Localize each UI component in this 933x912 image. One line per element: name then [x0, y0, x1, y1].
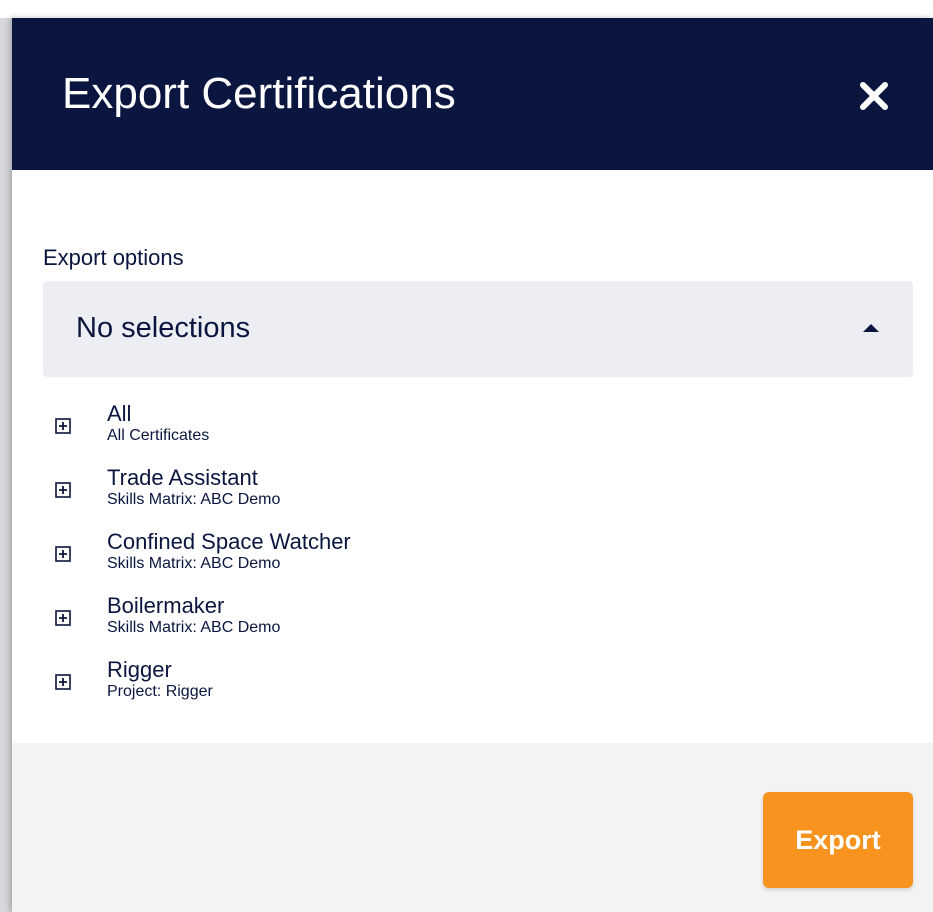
export-options-label: Export options: [43, 245, 184, 270]
option-title: All: [107, 401, 132, 426]
dialog-title: Export Certifications: [62, 69, 456, 118]
option-title: Confined Space Watcher: [107, 529, 351, 554]
close-icon: [860, 82, 888, 110]
option-item-trade-assistant[interactable]: Trade Assistant Skills Matrix: ABC Demo: [43, 465, 913, 529]
plus-square-icon[interactable]: [55, 418, 71, 434]
dialog-header: Export Certifications: [12, 18, 933, 170]
export-options-list: All All Certificates Trade Assistant Ski…: [43, 401, 913, 721]
plus-square-icon[interactable]: [55, 674, 71, 690]
plus-square-icon[interactable]: [55, 546, 71, 562]
export-certifications-dialog: Export Certifications Export options No …: [12, 18, 933, 912]
option-title: Rigger: [107, 657, 172, 682]
option-subtitle: Skills Matrix: ABC Demo: [107, 491, 281, 508]
caret-up-icon: [863, 324, 879, 332]
dialog-footer: Export: [12, 743, 933, 912]
option-item-boilermaker[interactable]: Boilermaker Skills Matrix: ABC Demo: [43, 593, 913, 657]
background-page: [0, 0, 933, 18]
export-options-select[interactable]: No selections: [43, 281, 913, 377]
export-button[interactable]: Export: [763, 792, 913, 888]
plus-square-icon[interactable]: [55, 482, 71, 498]
close-button[interactable]: [852, 76, 896, 116]
option-subtitle: Project: Rigger: [107, 683, 213, 700]
option-title: Boilermaker: [107, 593, 225, 618]
option-item-rigger[interactable]: Rigger Project: Rigger: [43, 657, 913, 721]
option-item-confined-space-watcher[interactable]: Confined Space Watcher Skills Matrix: AB…: [43, 529, 913, 593]
plus-square-icon[interactable]: [55, 610, 71, 626]
option-item-all[interactable]: All All Certificates: [43, 401, 913, 465]
option-subtitle: Skills Matrix: ABC Demo: [107, 555, 281, 572]
dialog-body: Export options No selections All All Cer…: [12, 170, 933, 743]
select-value: No selections: [76, 312, 251, 344]
option-title: Trade Assistant: [107, 465, 258, 490]
option-subtitle: All Certificates: [107, 427, 210, 444]
option-subtitle: Skills Matrix: ABC Demo: [107, 619, 281, 636]
